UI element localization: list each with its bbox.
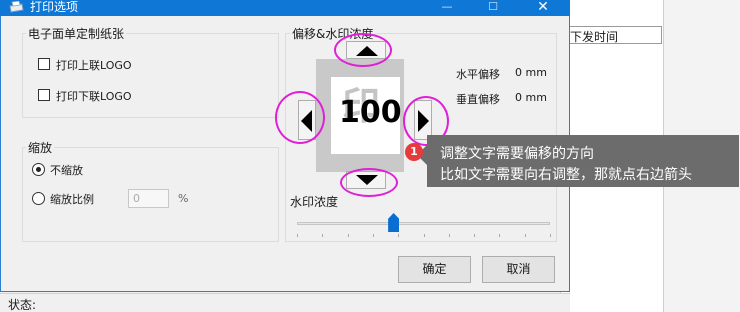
slider-tick (474, 234, 476, 237)
slider-tick (499, 234, 501, 237)
status-label: 状态: (8, 298, 37, 312)
annotation-circle-down (340, 168, 398, 197)
no-scale-label[interactable]: 不缩放 (50, 162, 83, 178)
minimize-button[interactable]: — (424, 0, 470, 16)
slider-tick (524, 234, 526, 237)
slider-tick (550, 234, 551, 237)
printer-icon (8, 0, 24, 14)
density-slider-track[interactable] (297, 222, 550, 225)
slider-tick (398, 234, 400, 237)
slider-tick (423, 234, 425, 237)
print-top-logo-label[interactable]: 打印上联LOGO (56, 57, 132, 73)
slider-tick (347, 234, 349, 237)
slider-tick (372, 234, 374, 237)
vertical-offset-value: 0 mm (515, 91, 547, 104)
column-header-dispatch-time[interactable]: 下发时间 (566, 26, 662, 44)
cancel-button[interactable]: 取消 (482, 256, 555, 283)
scale-ratio-input[interactable]: 0 (128, 189, 169, 208)
annotation-circle-left (275, 91, 325, 144)
paper-settings-group (22, 33, 279, 118)
slider-tick (322, 234, 324, 237)
tooltip-line-2: 比如文字需要向右调整，那就点右边箭头 (440, 167, 692, 183)
horizontal-offset-label: 水平偏移 (456, 68, 500, 81)
print-top-logo-checkbox[interactable] (38, 58, 50, 70)
scale-unit-label: % (178, 192, 189, 205)
no-scale-radio[interactable] (32, 163, 45, 176)
print-bottom-logo-checkbox[interactable] (38, 89, 50, 101)
scale-group-title: 缩放 (26, 139, 55, 156)
vertical-offset-label: 垂直偏移 (456, 93, 500, 106)
watermark-density-label: 水印浓度 (290, 195, 339, 209)
close-icon[interactable]: ✕ (520, 0, 566, 16)
ok-button[interactable]: 确定 (398, 256, 471, 283)
print-bottom-logo-label[interactable]: 打印下联LOGO (56, 88, 132, 104)
annotation-circle-up (334, 33, 392, 67)
slider-tick (448, 234, 450, 237)
tooltip-line-1: 调整文字需要偏移的方向 (440, 146, 594, 162)
status-bar: 状态: (0, 293, 570, 312)
paper-group-title: 电子面单定制纸张 (26, 25, 127, 42)
dialog-title: 打印选项 (30, 0, 79, 14)
step-badge: 1 (405, 143, 423, 161)
watermark-density-number: 100 (339, 95, 402, 130)
slider-tick (297, 234, 298, 237)
scale-ratio-radio[interactable] (32, 192, 45, 205)
scale-ratio-label[interactable]: 缩放比例 (50, 191, 94, 207)
horizontal-offset-value: 0 mm (515, 66, 547, 79)
maximize-button[interactable]: ☐ (470, 0, 516, 16)
